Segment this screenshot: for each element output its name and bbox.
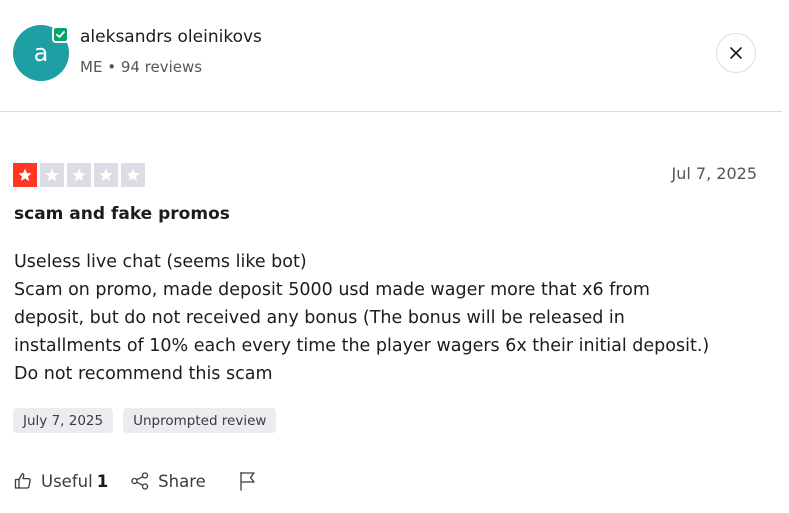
close-icon	[730, 47, 742, 59]
thumbs-up-icon	[14, 473, 31, 489]
reviewer-review-count: 94 reviews	[120, 58, 203, 76]
flag-icon	[240, 471, 255, 491]
reviewer-header: a aleksandrs oleinikovs ME • 94 reviews	[0, 0, 782, 112]
reviewer-name[interactable]: aleksandrs oleinikovs	[80, 27, 262, 47]
review-body-line: Scam on promo, made deposit 5000 usd mad…	[14, 280, 650, 300]
star-icon	[13, 163, 37, 187]
review-tags: July 7, 2025 Unprompted review	[13, 408, 277, 433]
review-body-line: installments of 10% each every time the …	[14, 336, 710, 356]
useful-count: 1	[96, 471, 109, 491]
unprompted-review-tag[interactable]: Unprompted review	[123, 408, 277, 433]
useful-button[interactable]: Useful 1	[13, 471, 108, 491]
review-date: Jul 7, 2025	[671, 164, 757, 183]
star-icon	[94, 163, 118, 187]
share-icon	[131, 472, 149, 490]
experience-date-tag: July 7, 2025	[13, 408, 114, 433]
useful-label: Useful	[41, 471, 93, 491]
star-rating	[13, 163, 145, 187]
star-icon	[40, 163, 64, 187]
review-body-line: Do not recommend this scam	[14, 364, 273, 384]
share-button[interactable]: Share	[130, 471, 206, 491]
share-label: Share	[158, 471, 206, 491]
review-body-line: deposit, but do not received any bonus (…	[14, 308, 625, 328]
reviewer-country: ME	[80, 58, 103, 76]
meta-separator: •	[107, 58, 117, 76]
review-actions: Useful 1 Share	[13, 470, 258, 492]
review-body: Useless live chat (seems like bot) Scam …	[14, 248, 774, 388]
star-icon	[121, 163, 145, 187]
review-title: scam and fake promos	[14, 204, 230, 224]
review-body-line: Useless live chat (seems like bot)	[14, 252, 307, 272]
close-button[interactable]	[716, 33, 756, 73]
report-flag-button[interactable]	[238, 470, 258, 492]
star-icon	[67, 163, 91, 187]
reviewer-meta: ME • 94 reviews	[80, 58, 202, 76]
avatar-initial: a	[33, 39, 49, 67]
verified-check-icon	[52, 26, 69, 43]
